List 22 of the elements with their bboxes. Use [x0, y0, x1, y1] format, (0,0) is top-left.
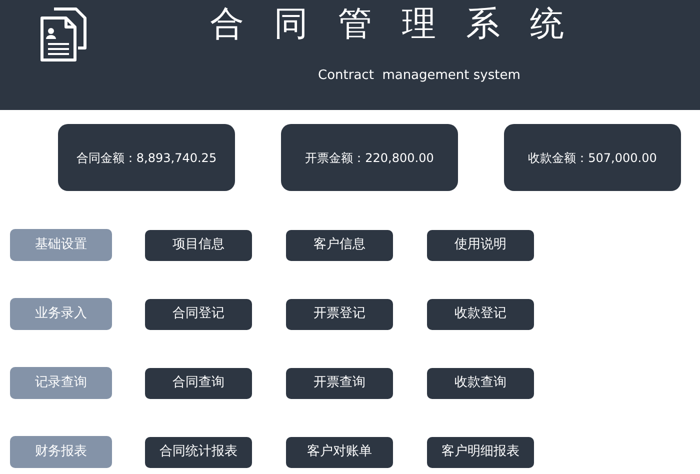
category-label: 记录查询: [10, 367, 112, 399]
menu-button[interactable]: 开票登记: [286, 298, 393, 330]
menu-button[interactable]: 合同查询: [145, 368, 252, 398]
menu-button[interactable]: 客户信息: [286, 230, 393, 260]
menu-button[interactable]: 收款登记: [427, 298, 534, 330]
menu-button[interactable]: 客户明细报表: [427, 436, 534, 468]
app-subtitle: Contract management system: [318, 67, 520, 85]
menu-button[interactable]: 客户对账单: [286, 436, 393, 468]
stat-card: 收款金额：507,000.00: [504, 124, 681, 191]
menu-button[interactable]: 项目信息: [145, 230, 252, 260]
category-label: 基础设置: [10, 229, 112, 261]
stat-card: 合同金额：8,893,740.25: [58, 124, 235, 191]
stat-card: 开票金额：220,800.00: [281, 124, 458, 191]
menu-button[interactable]: 收款查询: [427, 368, 534, 398]
menu-button[interactable]: 合同统计报表: [145, 436, 252, 468]
menu-button[interactable]: 使用说明: [427, 230, 534, 260]
category-label: 财务报表: [10, 436, 112, 468]
menu-button[interactable]: 开票查询: [286, 368, 393, 398]
category-label: 业务录入: [10, 298, 112, 330]
app-title: 合同管理系统: [210, 3, 594, 46]
menu-button[interactable]: 合同登记: [145, 298, 252, 330]
documents-icon: [38, 6, 88, 62]
